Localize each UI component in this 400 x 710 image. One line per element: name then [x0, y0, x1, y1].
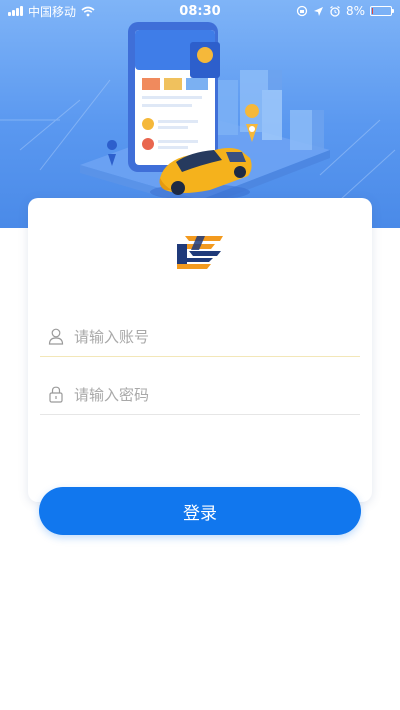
alarm-icon: [330, 6, 340, 17]
battery-level: [372, 8, 373, 14]
rotation-lock-icon: [296, 5, 308, 17]
password-field[interactable]: [40, 375, 360, 415]
hero-illustration: [0, 22, 396, 208]
battery-icon: [370, 6, 394, 16]
signal-strength-icon: [8, 6, 23, 16]
lock-icon: [46, 385, 66, 405]
location-arrow-icon: [313, 6, 323, 16]
login-card: [28, 198, 372, 502]
login-button[interactable]: 登录: [39, 487, 361, 535]
status-left: 中国移动: [8, 3, 95, 20]
wifi-icon: [81, 6, 95, 16]
carrier-label: 中国移动: [28, 4, 77, 19]
hero-banner: [0, 0, 400, 228]
status-right: 8%: [296, 4, 394, 18]
brand-logo: [177, 236, 223, 269]
password-input[interactable]: [74, 385, 360, 404]
clock: 08:30: [179, 3, 221, 19]
user-icon: [46, 327, 66, 347]
battery-percent: 8%: [345, 4, 365, 18]
account-field[interactable]: [40, 317, 360, 357]
account-input[interactable]: [74, 327, 360, 346]
status-bar: 中国移动 08:30 8%: [0, 0, 400, 22]
